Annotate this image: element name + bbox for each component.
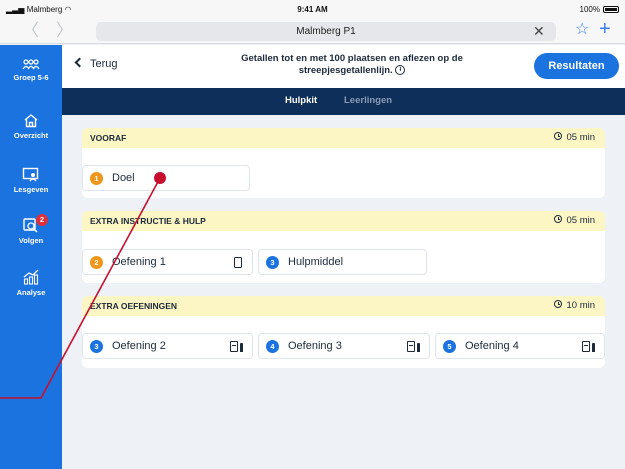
activity-label: Doel (112, 172, 135, 184)
home-icon (24, 114, 38, 128)
teach-board-icon (22, 167, 39, 182)
browser-forward-icon[interactable]: 〉 (56, 21, 73, 41)
activity-card-oefening-2[interactable]: 3 Oefening 2 (82, 333, 253, 359)
sidebar-item-label: Groep 5-6 (13, 73, 49, 82)
step-number-badge: 3 (266, 256, 279, 269)
activity-label: Oefening 1 (112, 256, 166, 268)
section-title: EXTRA INSTRUCTIE & HULP (90, 216, 206, 226)
section-duration: 10 min (554, 296, 595, 316)
activity-card-oefening-1[interactable]: 2 Oefening 1 (82, 249, 253, 275)
lesson-header: Terug Getallen tot en met 100 plaatsen e… (62, 45, 625, 88)
step-number-badge: 1 (90, 172, 103, 185)
activity-card-oefening-4[interactable]: 5 Oefening 4 (435, 333, 605, 359)
sidebar-item-label: Lesgeven (13, 185, 49, 194)
battery-status: 100% (580, 5, 619, 14)
signal-icon: ▂▃▅ (6, 4, 25, 14)
tab-leerlingen[interactable]: Leerlingen (344, 95, 392, 106)
section-header: VOORAF 05 min (82, 128, 605, 148)
browser-toolbar: 〈 〉 Malmberg P1 ✕ ☆ + (0, 18, 625, 44)
section-header: EXTRA OEFENINGEN 10 min (82, 296, 605, 316)
clock-icon (554, 215, 563, 224)
info-icon[interactable]: i (395, 65, 406, 76)
clock-icon (554, 300, 563, 309)
chevron-left-icon (74, 57, 85, 68)
tablet-icon (234, 257, 242, 268)
activity-label: Oefening 2 (112, 340, 166, 352)
battery-icon (603, 5, 619, 13)
section-header: EXTRA INSTRUCTIE & HULP 05 min (82, 211, 605, 231)
sidebar-item-label: Volgen (18, 236, 44, 245)
activity-card-oefening-3[interactable]: 4 Oefening 3 (258, 333, 430, 359)
back-button[interactable]: Terug (74, 57, 118, 70)
activity-label: Oefening 3 (288, 340, 342, 352)
analysis-chart-icon (23, 269, 39, 285)
bookmark-star-icon[interactable]: ☆ (575, 20, 589, 40)
clock-icon (554, 132, 563, 141)
section-duration: 05 min (554, 211, 595, 231)
section-title: VOORAF (90, 133, 127, 143)
sidebar-item-overzicht[interactable]: Overzicht (0, 113, 62, 140)
browser-back-icon[interactable]: 〈 (22, 21, 39, 41)
new-tab-plus-icon[interactable]: + (599, 18, 611, 40)
sidebar-item-volgen[interactable]: 2 Volgen (0, 214, 62, 245)
activity-card-hulpmiddel[interactable]: 3 Hulpmiddel (258, 249, 427, 275)
sidebar-item-label: Overzicht (13, 131, 49, 140)
tab-bar: Hulpkit Leerlingen (62, 88, 625, 115)
section-title: EXTRA OEFENINGEN (90, 301, 178, 311)
close-icon[interactable]: ✕ (533, 22, 545, 41)
sidebar-item-lesgeven[interactable]: Lesgeven (0, 167, 62, 194)
step-number-badge: 5 (443, 340, 456, 353)
group-icon (22, 59, 40, 70)
sidebar-item-analyse[interactable]: Analyse (0, 269, 62, 297)
page-title: Getallen tot en met 100 plaatsen en afle… (241, 53, 463, 76)
status-bar: ▂▃▅ Malmberg ◠ 9:41 AM 100% (0, 0, 625, 18)
results-button[interactable]: Resultaten (534, 53, 619, 79)
step-number-badge: 4 (266, 340, 279, 353)
section-extra-instructie: EXTRA INSTRUCTIE & HULP 05 min 2 Oefenin… (82, 211, 605, 283)
section-extra-oefeningen: EXTRA OEFENINGEN 10 min 3 Oefening 2 4 O… (82, 296, 605, 368)
section-vooraf: VOORAF 05 min 1 Doel (82, 128, 605, 198)
activity-label: Oefening 4 (465, 340, 519, 352)
workbook-icon (230, 341, 244, 352)
sidebar: Groep 5-6 Overzicht Lesgeven 2 Volgen An… (0, 45, 62, 469)
clock-time: 9:41 AM (297, 4, 328, 14)
carrier-label: ▂▃▅ Malmberg ◠ (6, 4, 72, 14)
sidebar-item-label: Analyse (16, 288, 46, 297)
tab-hulpkit[interactable]: Hulpkit (285, 95, 317, 106)
activity-card-doel[interactable]: 1 Doel (82, 165, 250, 191)
workbook-icon (407, 341, 421, 352)
section-duration: 05 min (554, 128, 595, 148)
sidebar-item-groep[interactable]: Groep 5-6 (0, 59, 62, 82)
wifi-icon: ◠ (64, 4, 72, 14)
url-bar[interactable]: Malmberg P1 (96, 22, 556, 41)
workbook-icon (582, 341, 596, 352)
step-number-badge: 3 (90, 340, 103, 353)
notification-badge: 2 (36, 214, 48, 226)
step-number-badge: 2 (90, 256, 103, 269)
activity-label: Hulpmiddel (288, 256, 344, 268)
